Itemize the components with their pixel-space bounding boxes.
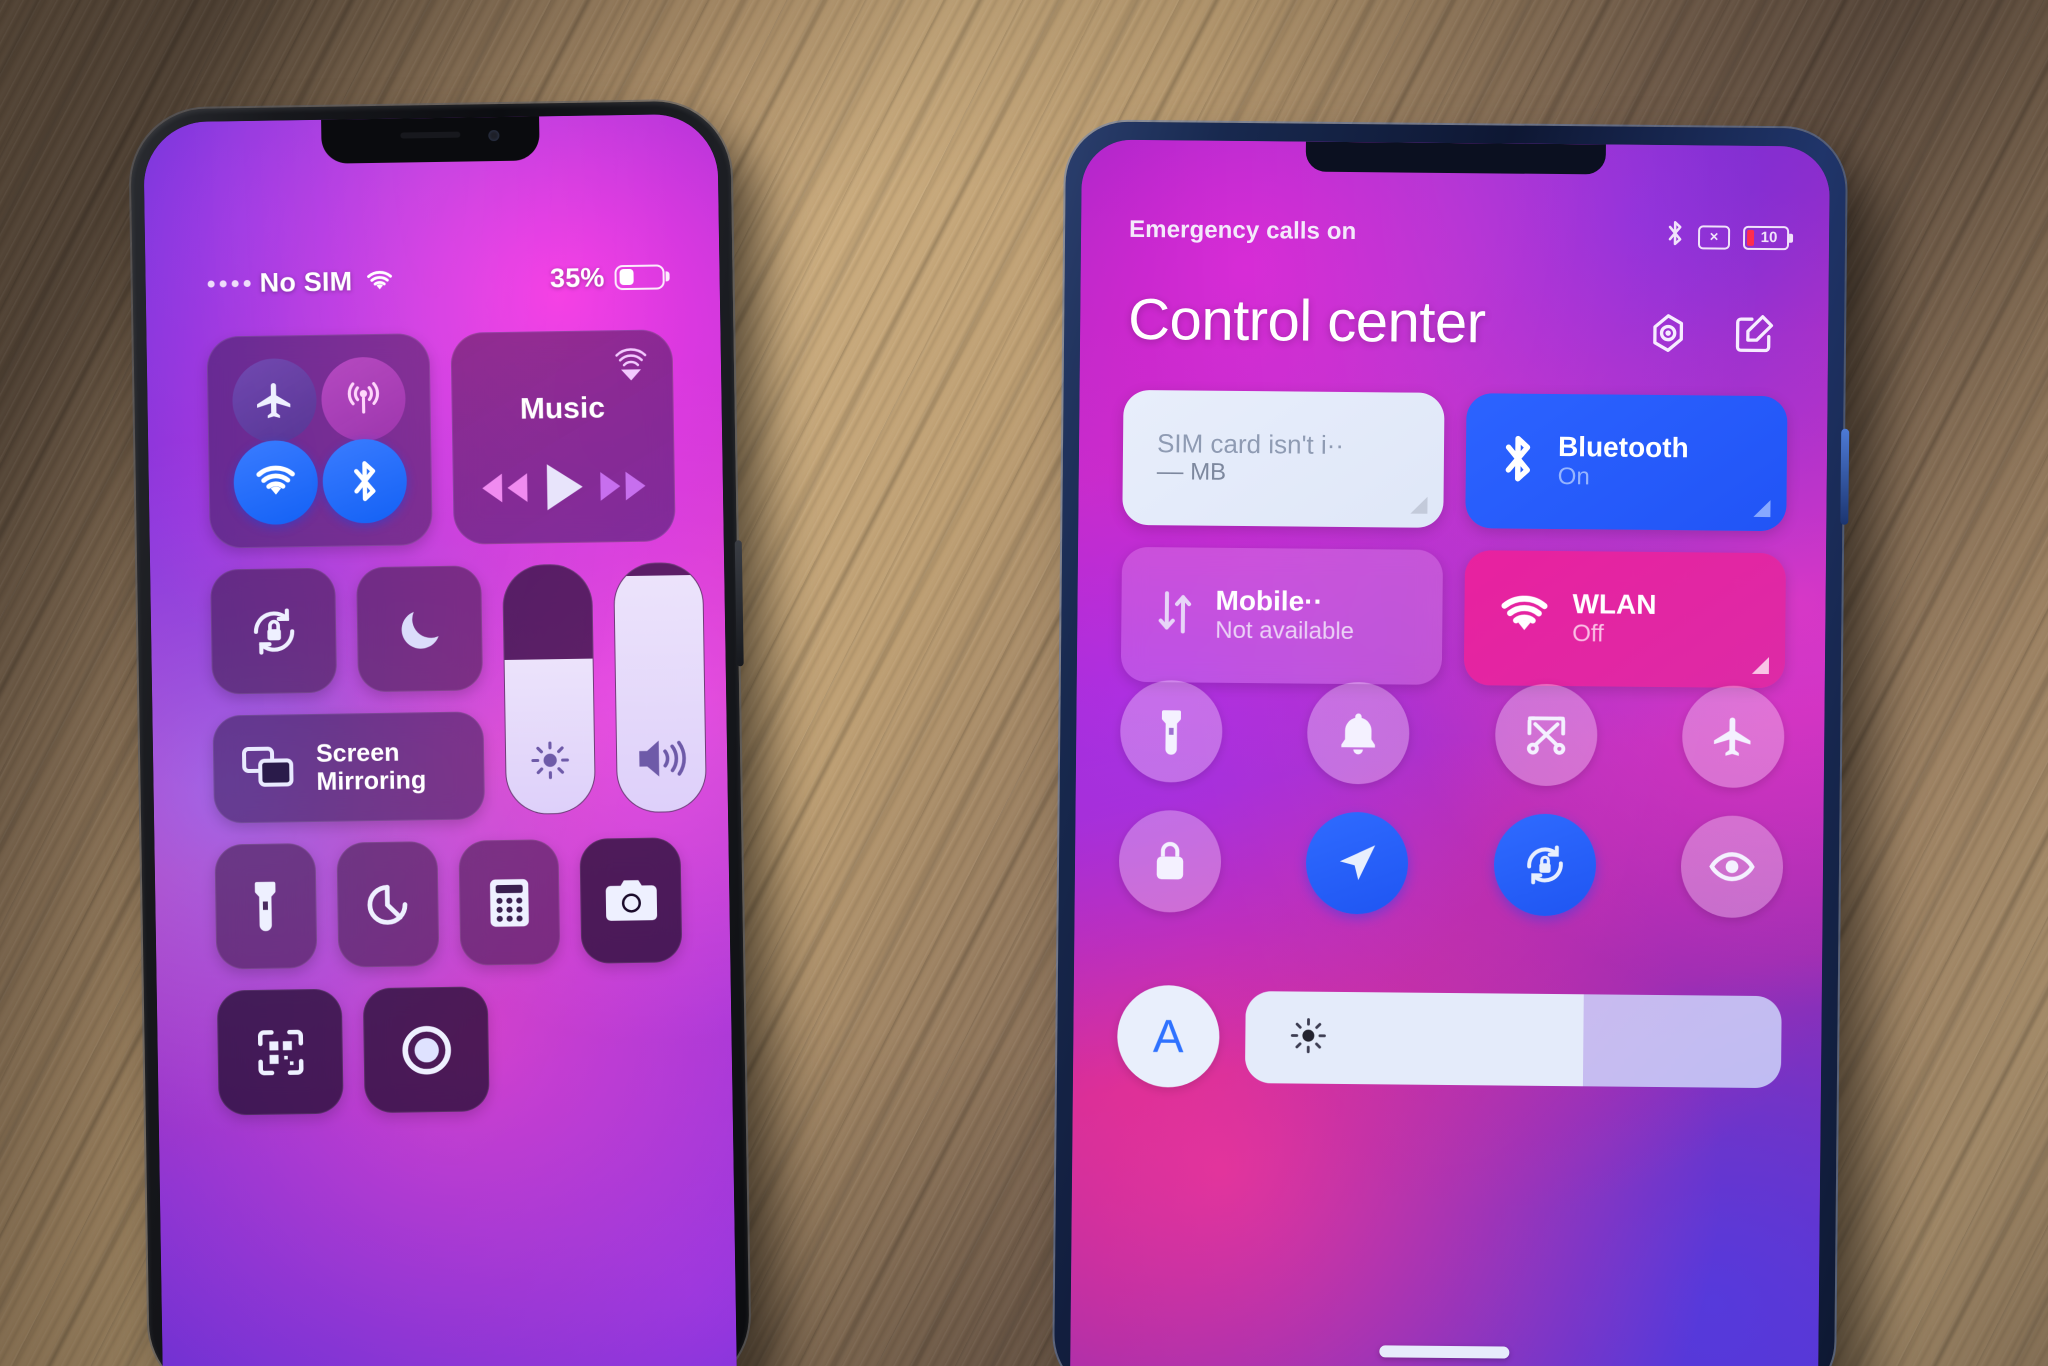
earpiece-speaker-icon [400,131,461,139]
volume-slider[interactable] [613,561,708,814]
flashlight-icon[interactable] [214,842,318,970]
battery-percent-label: 35% [549,261,605,293]
rotation-lock-icon[interactable] [210,567,338,695]
brightness-control-row: A [1116,984,1782,1093]
rewind-icon[interactable] [476,470,531,512]
airplay-icon[interactable] [612,347,651,391]
xiaomi-toggle-grid [1118,679,1785,946]
flashlight-icon[interactable] [1119,679,1223,783]
screen-mirroring-icon [240,742,297,796]
iphone-device: No SIM 35% Music Screen Mirroring [129,100,751,1366]
cc-row-shortcuts-2 [216,983,685,1116]
timer-icon[interactable] [336,841,439,968]
iphone-screen: No SIM 35% Music Screen Mirroring [143,113,738,1366]
screen-record-icon[interactable] [362,986,490,1114]
signal-dots-icon [207,279,251,288]
edit-pencil-icon[interactable] [1732,312,1776,361]
cellular-icon[interactable] [320,356,406,442]
connectivity-quad-tile[interactable] [206,333,433,549]
brightness-slider[interactable] [1244,991,1782,1089]
card-row-2: Mobile·· Not available WLAN Off [1120,546,1787,689]
bluetooth-icon[interactable] [321,438,407,524]
airplane-icon[interactable] [231,357,318,444]
scene-root: No SIM 35% Music Screen Mirroring Emerge… [0,0,2048,1366]
iphone-control-center: Music Screen Mirroring [206,329,708,1136]
xiaomi-quick-cards: SIM card isn't i·· –– MB Bluetooth On Mo… [1120,389,1788,710]
xiaomi-notch [1305,141,1606,175]
battery-icon: 10 [1742,225,1790,250]
toggle-row-1 [1119,679,1785,789]
play-icon[interactable] [540,459,587,521]
bluetooth-tile[interactable]: Bluetooth On [1465,393,1788,532]
front-camera-icon [488,129,500,142]
cc-row-connectivity: Music [206,329,676,549]
emergency-calls-label: Emergency calls on [1128,215,1357,246]
brightness-slider[interactable] [502,563,597,815]
wifi-icon [1498,595,1550,640]
brightness-icon [528,738,573,788]
music-title: Music [519,391,606,426]
qr-code-icon[interactable] [216,988,344,1116]
home-indicator[interactable] [1379,1345,1510,1359]
cc-row-shortcuts-1 [214,837,683,970]
camera-icon[interactable] [579,837,683,964]
toggle-row-2 [1118,809,1784,919]
music-widget[interactable]: Music [449,329,676,545]
no-sim-icon: × [1697,224,1731,250]
data-transfer-icon [1155,586,1194,643]
auto-brightness-button[interactable]: A [1116,984,1220,1088]
fast-forward-icon[interactable] [596,468,651,510]
cc-row-utilities: Screen Mirroring [210,561,708,824]
lock-icon[interactable] [1118,809,1222,913]
volume-icon [635,736,688,786]
bell-icon[interactable] [1307,681,1411,785]
card-row-1: SIM card isn't i·· –– MB Bluetooth On [1122,389,1788,532]
bluetooth-icon [1665,219,1685,254]
screen-mirroring-tile[interactable]: Screen Mirroring [212,711,486,824]
eye-icon[interactable] [1680,815,1784,919]
wlan-tile[interactable]: WLAN Off [1463,550,1787,689]
iphone-notch [321,114,540,164]
xiaomi-device: Emergency calls on × 10 Control center S… [1053,121,1850,1366]
wifi-icon [364,269,394,292]
battery-icon [614,263,665,290]
screen-mirroring-label: Screen Mirroring [315,738,427,796]
expand-corner-icon[interactable] [1753,499,1771,518]
xiaomi-power-button[interactable] [1840,428,1850,525]
wifi-icon[interactable] [233,439,319,526]
page-title: Control center [1127,286,1486,356]
xiaomi-status-bar: Emergency calls on × 10 [1081,215,1829,256]
moon-icon[interactable] [356,565,484,693]
rotation-lock-icon[interactable] [1493,813,1597,917]
carrier-label: No SIM [259,265,353,298]
expand-corner-icon[interactable] [1410,496,1428,514]
bluetooth-icon [1500,432,1537,489]
mobile-data-tile[interactable]: Mobile·· Not available [1120,546,1444,685]
brightness-icon [1287,1014,1329,1061]
screenshot-scissors-icon[interactable] [1494,683,1598,787]
airplane-icon[interactable] [1681,685,1785,789]
xiaomi-screen: Emergency calls on × 10 Control center S… [1069,139,1830,1366]
sim-card-tile[interactable]: SIM card isn't i·· –– MB [1122,389,1445,528]
calculator-icon[interactable] [457,839,561,966]
expand-corner-icon[interactable] [1751,656,1770,675]
location-arrow-icon[interactable] [1305,811,1409,915]
settings-gear-icon[interactable] [1646,311,1690,360]
